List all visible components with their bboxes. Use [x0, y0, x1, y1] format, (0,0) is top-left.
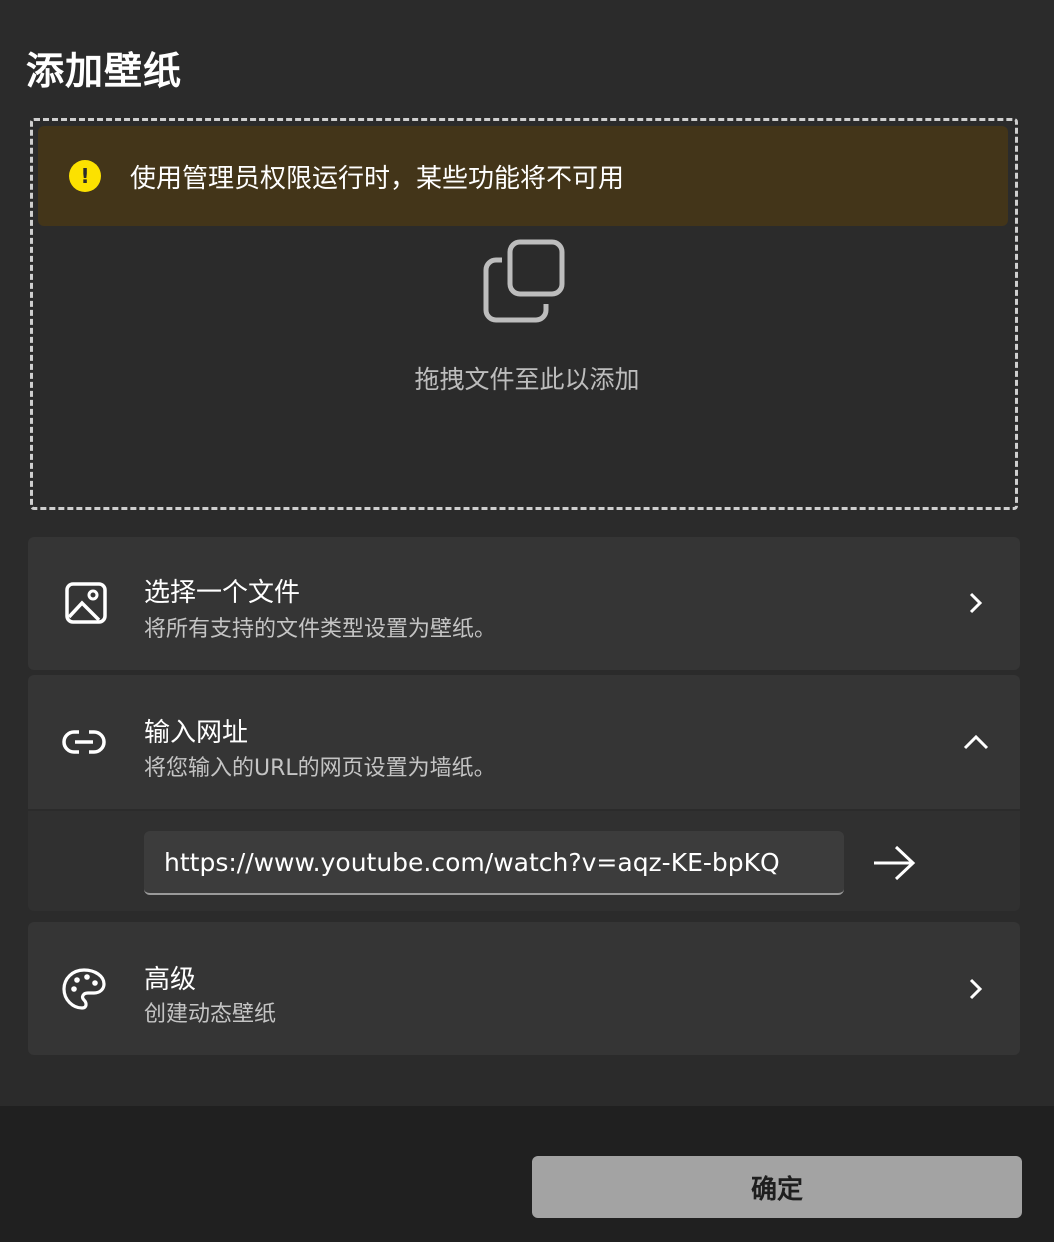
dialog-title: 添加壁纸	[26, 49, 183, 93]
advanced-subtitle: 创建动态壁纸	[144, 1002, 277, 1027]
add-wallpaper-dialog: 添加壁纸 ! 使用管理员权限运行时，某些功能将不可用 拖拽文件至此以添加 选择一…	[0, 0, 1054, 1242]
advanced-card[interactable]: 高级 创建动态壁纸	[28, 922, 1020, 1055]
copy-icon	[483, 239, 565, 323]
palette-icon	[62, 968, 106, 1010]
image-icon	[65, 582, 107, 624]
choose-file-subtitle: 将所有支持的文件类型设置为壁纸。	[144, 617, 497, 642]
chevron-up-icon[interactable]	[962, 729, 990, 757]
dialog-footer: 确定	[0, 1106, 1054, 1242]
admin-warning-infobar: ! 使用管理员权限运行时，某些功能将不可用	[38, 126, 1008, 226]
chevron-right-icon	[969, 592, 983, 614]
arrow-right-icon[interactable]	[870, 843, 918, 883]
url-input[interactable]	[144, 831, 844, 895]
drop-zone-label: 拖拽文件至此以添加	[414, 365, 640, 394]
url-input-row	[28, 811, 1020, 911]
advanced-title: 高级	[144, 965, 197, 995]
choose-file-card[interactable]: 选择一个文件 将所有支持的文件类型设置为壁纸。	[28, 537, 1020, 670]
infobar-message: 使用管理员权限运行时，某些功能将不可用	[130, 163, 625, 194]
enter-url-card[interactable]: 输入网址 将您输入的URL的网页设置为墙纸。	[28, 675, 1020, 809]
ok-button[interactable]: 确定	[532, 1156, 1022, 1218]
choose-file-title: 选择一个文件	[144, 578, 301, 608]
chevron-right-icon	[969, 978, 983, 1000]
enter-url-subtitle: 将您输入的URL的网页设置为墙纸。	[144, 756, 496, 781]
enter-url-title: 输入网址	[144, 718, 249, 748]
warning-icon: !	[69, 160, 101, 192]
link-icon	[62, 730, 106, 754]
